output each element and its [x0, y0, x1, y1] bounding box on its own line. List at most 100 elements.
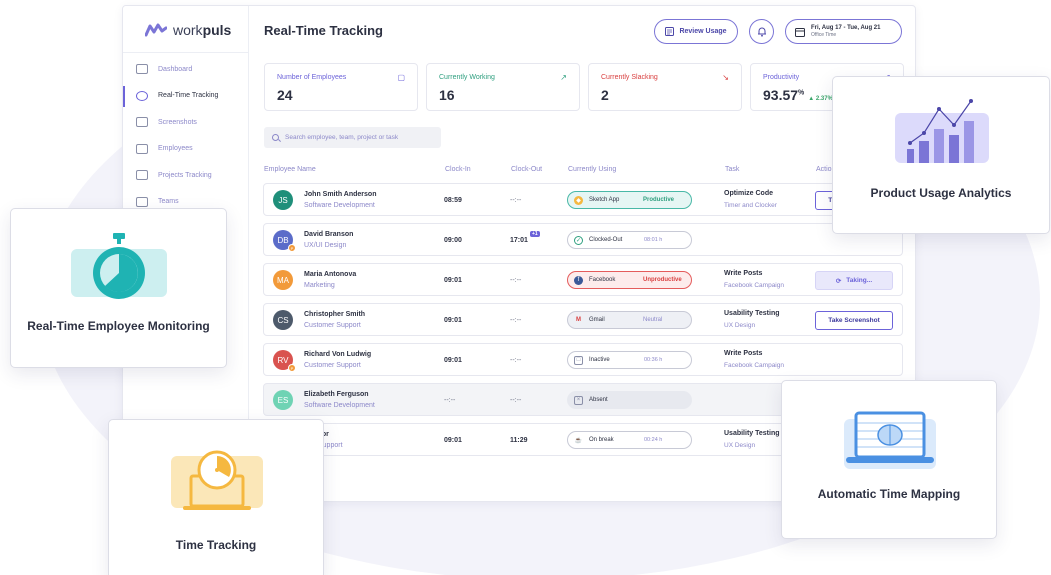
- employee-name: David Branson: [304, 231, 354, 238]
- column-header: Employee Name: [264, 166, 316, 173]
- review-usage-button[interactable]: Review Usage: [654, 19, 738, 44]
- productivity-state: Unproductive: [643, 277, 682, 283]
- duration: 00:36 h: [644, 357, 663, 363]
- clock-in: --:--: [444, 397, 456, 404]
- current-app: On break: [589, 437, 614, 443]
- productivity-state: Neutral: [643, 317, 663, 323]
- clock-in: 09:01: [444, 317, 462, 324]
- avatar: MA: [273, 270, 293, 290]
- search-icon: [272, 134, 279, 141]
- stat-value: 24: [277, 87, 293, 103]
- date-range-picker[interactable]: Fri, Aug 17 - Tue, Aug 21 Office Time: [785, 19, 902, 44]
- clock-in: 08:59: [444, 197, 462, 204]
- table-row[interactable]: RV P Richard Von Ludwig Customer Support …: [263, 343, 903, 376]
- employee-dept: Software Development: [304, 402, 375, 409]
- current-app-pill: M Gmail Neutral: [567, 311, 692, 329]
- column-header: Currently Using: [568, 166, 617, 173]
- search-input[interactable]: [285, 134, 435, 141]
- employee-dept: UX/UI Design: [304, 242, 347, 249]
- coffee-icon: ☕: [574, 437, 583, 444]
- avatar: DB P: [273, 230, 296, 252]
- current-app: Absent: [589, 397, 608, 403]
- facebook-icon: f: [574, 275, 583, 285]
- clock-out: --:--: [510, 357, 522, 364]
- task-project: UX Design: [724, 322, 756, 329]
- table-row[interactable]: JS John Smith Anderson Software Developm…: [263, 183, 903, 216]
- employee-name: John Smith Anderson: [304, 191, 377, 198]
- sidebar-item-projects-tracking[interactable]: Projects Tracking: [123, 162, 249, 189]
- clock-out: --:--: [510, 197, 522, 204]
- table-row[interactable]: MA Maria Antonova Marketing 09:01 --:-- …: [263, 263, 903, 296]
- logo[interactable]: workpuls: [145, 22, 231, 38]
- column-header: Task: [725, 166, 740, 173]
- page-title: Real-Time Tracking: [264, 23, 383, 38]
- sketch-icon: ◆: [574, 195, 583, 205]
- sidebar-item-label: Projects Tracking: [158, 171, 212, 179]
- current-app: Facebook: [589, 277, 616, 283]
- overtime-badge: +1: [530, 231, 540, 237]
- employee-dept: Customer Support: [304, 362, 361, 369]
- stopwatch-icon: [71, 233, 167, 299]
- users-icon: [136, 143, 148, 154]
- stat-value: 16: [439, 87, 455, 103]
- clock-in: 09:01: [444, 357, 462, 364]
- search-bar[interactable]: [264, 127, 441, 148]
- sidebar-item-label: Employees: [158, 145, 193, 153]
- avatar: ES: [273, 390, 293, 410]
- sidebar-divider: [123, 52, 249, 53]
- image-icon: [136, 117, 148, 128]
- notifications-button[interactable]: [749, 19, 774, 44]
- current-app-pill: × Absent: [567, 391, 692, 409]
- sidebar-item-label: Screenshots: [158, 118, 197, 126]
- dashboard-icon: [136, 64, 148, 75]
- duration: 08:01 h: [644, 237, 663, 243]
- task-name: Write Posts: [724, 350, 763, 357]
- current-app-pill: □ Inactive 00:36 h: [567, 351, 692, 369]
- trend-up-icon: ↗: [560, 73, 567, 82]
- current-app-pill: ✓ Clocked-Out 08:01 h: [567, 231, 692, 249]
- task-name: Usability Testing: [724, 430, 780, 437]
- sidebar-item-dashboard[interactable]: Dashboard: [123, 56, 249, 83]
- clock-out: --:--: [510, 317, 522, 324]
- refresh-icon: ⟳: [835, 277, 842, 285]
- sidebar-item-label: Dashboard: [158, 65, 193, 73]
- sidebar-item-screenshots[interactable]: Screenshots: [123, 109, 249, 136]
- employee-name: Christopher Smith: [304, 311, 366, 318]
- stage: workpuls Dashboard Real-Time Tracking Sc…: [0, 0, 1051, 575]
- review-usage-label: Review Usage: [679, 28, 727, 35]
- avatar: RV P: [273, 350, 296, 372]
- feature-card-monitoring: Real-Time Employee Monitoring: [10, 208, 227, 368]
- date-range-text: Fri, Aug 17 - Tue, Aug 21 Office Time: [811, 25, 880, 39]
- bell-icon: [757, 27, 766, 37]
- task-project: Facebook Campaign: [724, 362, 784, 369]
- logo-mark-icon: [145, 23, 167, 37]
- take-screenshot-button[interactable]: Take Screenshot: [815, 311, 893, 330]
- feature-card-label: Real-Time Employee Monitoring: [27, 319, 210, 333]
- sidebar-item-real-time-tracking[interactable]: Real-Time Tracking: [123, 83, 249, 110]
- taking-screenshot-button[interactable]: ⟳ Taking...: [815, 271, 893, 290]
- task-name: Optimize Code: [724, 190, 774, 197]
- sidebar-item-employees[interactable]: Employees: [123, 136, 249, 163]
- stat-label: Currently Slacking: [601, 74, 658, 81]
- date-range-value: Fri, Aug 17 - Tue, Aug 21: [811, 24, 881, 31]
- task-project: Facebook Campaign: [724, 282, 784, 289]
- employee-dept: Marketing: [304, 282, 335, 289]
- column-header: Clock-In: [445, 166, 471, 173]
- logo-text: workpuls: [173, 22, 232, 38]
- table-row[interactable]: DB P David Branson UX/UI Design 09:00 17:…: [263, 223, 903, 256]
- stat-value: 2: [601, 87, 609, 103]
- employee-name: Elizabeth Ferguson: [304, 391, 369, 398]
- table-row[interactable]: CS Christopher Smith Customer Support 09…: [263, 303, 903, 336]
- briefcase-icon: [136, 170, 148, 181]
- duration: 00:24 h: [644, 437, 663, 443]
- clock-out: --:--: [510, 277, 522, 284]
- clock-icon: [136, 90, 148, 101]
- date-range-sub: Office Time: [811, 31, 837, 38]
- stat-label: Productivity: [763, 74, 800, 81]
- employee-dept: Customer Support: [304, 322, 361, 329]
- clock-out: --:--: [510, 397, 522, 404]
- stat-label: Currently Working: [439, 74, 495, 81]
- stat-value: 93.57%▲ 2.37%: [763, 87, 833, 103]
- avatar: CS: [273, 310, 293, 330]
- laptop-brain-icon: [844, 411, 936, 469]
